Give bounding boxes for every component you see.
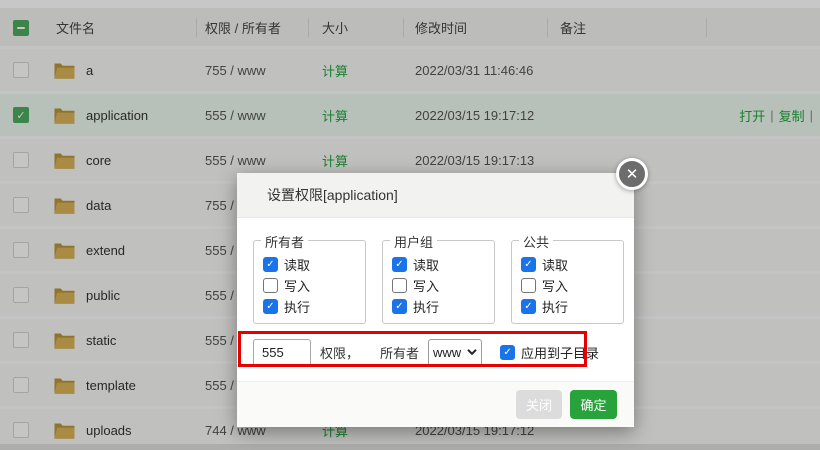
public-write-checkbox[interactable]	[521, 278, 536, 293]
close-icon: ✕	[626, 165, 639, 183]
checkbox-label: 写入	[284, 276, 310, 295]
file-manager-page: 文件名 权限 / 所有者 大小 修改时间 备注 a 755 / www 计算 2…	[0, 0, 820, 450]
public-read-checkbox[interactable]	[521, 257, 536, 272]
group-write-checkbox[interactable]	[392, 278, 407, 293]
owner-select[interactable]: www	[428, 339, 482, 366]
checkbox-label: 写入	[413, 276, 439, 295]
group-exec-checkbox[interactable]	[392, 299, 407, 314]
owner-label: 所有者	[380, 343, 419, 362]
owner-exec-checkbox[interactable]	[263, 299, 278, 314]
owner-write-checkbox[interactable]	[263, 278, 278, 293]
perm-input-row: 权限， 所有者 www 应用到子目录	[237, 337, 634, 367]
modal-footer: 关闭 确定	[237, 381, 634, 427]
public-exec-checkbox[interactable]	[521, 299, 536, 314]
checkbox-label: 写入	[542, 276, 568, 295]
checkbox-label: 执行	[542, 297, 568, 316]
fieldset-legend: 用户组	[390, 232, 437, 251]
checkbox-label: 读取	[542, 255, 568, 274]
checkbox-label: 读取	[284, 255, 310, 274]
owner-select-value: www	[433, 345, 461, 360]
set-permissions-modal: ✕ 设置权限[application] 所有者 读取 写入 执行 用户组 读取 …	[237, 173, 634, 427]
perm-label: 权限，	[320, 343, 359, 362]
public-fieldset: 公共 读取 写入 执行	[511, 240, 624, 324]
confirm-button[interactable]: 确定	[570, 390, 617, 419]
checkbox-label: 执行	[413, 297, 439, 316]
group-read-checkbox[interactable]	[392, 257, 407, 272]
chevron-down-icon	[467, 349, 477, 355]
group-fieldset: 用户组 读取 写入 执行	[382, 240, 495, 324]
modal-close-button[interactable]: ✕	[616, 158, 648, 190]
checkbox-label: 读取	[413, 255, 439, 274]
modal-title: 设置权限[application]	[237, 173, 634, 218]
checkbox-label: 执行	[284, 297, 310, 316]
close-button[interactable]: 关闭	[516, 390, 562, 419]
fieldset-legend: 所有者	[261, 232, 308, 251]
owner-read-checkbox[interactable]	[263, 257, 278, 272]
owner-fieldset: 所有者 读取 写入 执行	[253, 240, 366, 324]
apply-subdir-label: 应用到子目录	[521, 343, 599, 362]
perm-value-input[interactable]	[253, 339, 311, 366]
apply-subdir-checkbox[interactable]	[500, 345, 515, 360]
fieldset-legend: 公共	[519, 232, 553, 251]
